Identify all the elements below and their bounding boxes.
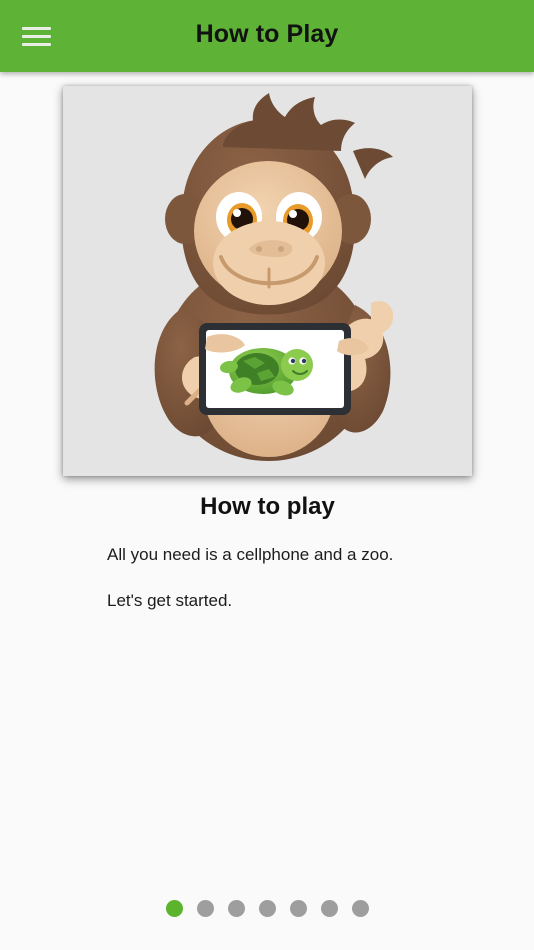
app-bar: How to Play	[0, 0, 534, 72]
monkey-holding-phone-with-turtle-icon	[103, 91, 433, 471]
pagination-dot-2[interactable]	[196, 900, 214, 917]
carousel-slide-2[interactable]: Select and capture Tap on	[490, 72, 534, 880]
slide-1-body-line-2: Let's get started.	[107, 591, 233, 610]
slide-1-body-line-1: All you need is a cellphone and a zoo.	[107, 545, 394, 564]
onboarding-carousel[interactable]: How to play All you need is a cellphone …	[0, 72, 534, 880]
pagination-dot-4[interactable]	[258, 900, 276, 917]
page-title: How to Play	[195, 20, 339, 48]
carousel-pagination	[0, 900, 534, 917]
pagination-dot-6[interactable]	[320, 900, 338, 917]
pagination-dot-7[interactable]	[351, 900, 369, 917]
pagination-dot-1[interactable]	[165, 900, 183, 917]
slide-1-body: All you need is a cellphone and a zoo. L…	[63, 540, 472, 615]
pagination-dot-3[interactable]	[227, 900, 245, 917]
slide-1-text: How to play All you need is a cellphone …	[63, 492, 472, 615]
slide-1-illustration-panel	[63, 86, 472, 476]
slide-1-heading: How to play	[200, 493, 335, 520]
pagination-dot-5[interactable]	[289, 900, 307, 917]
carousel-slide-1[interactable]: How to play All you need is a cellphone …	[0, 72, 534, 880]
how-to-play-screen: How to Play How to play All you need is …	[0, 0, 534, 950]
